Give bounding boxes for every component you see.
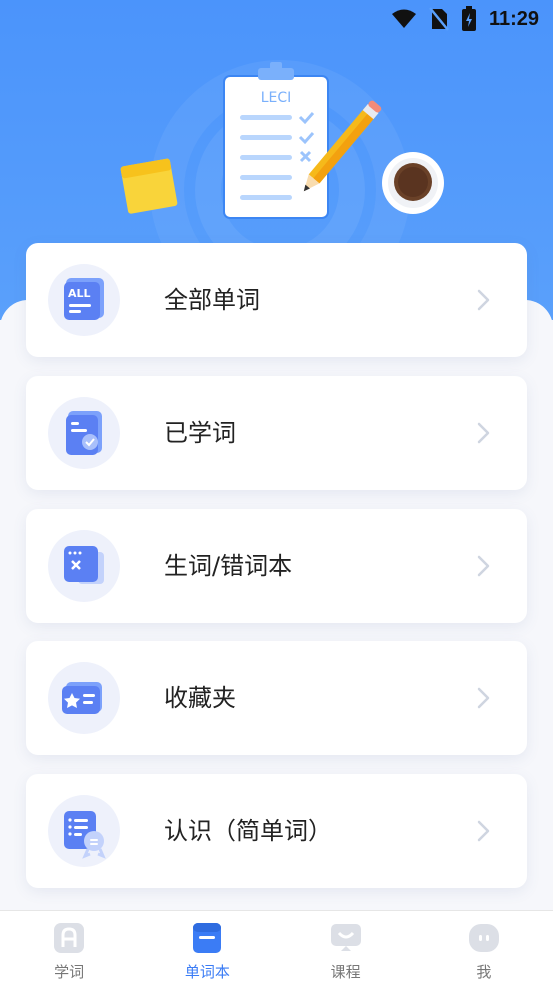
- chevron-right-icon: [477, 422, 490, 444]
- tab-label: 我: [476, 963, 492, 981]
- easy-words-icon: [48, 795, 120, 867]
- svg-text:ALL: ALL: [68, 287, 91, 300]
- chevron-right-icon: [477, 555, 490, 577]
- menu-item-all-words[interactable]: ALL 全部单词: [26, 243, 527, 357]
- tab-learn[interactable]: 学词: [0, 911, 138, 984]
- favorites-icon: [48, 662, 120, 734]
- learned-words-icon: [48, 397, 120, 469]
- chevron-right-icon: [477, 687, 490, 709]
- menu-item-easy-words[interactable]: 认识（简单词）: [26, 774, 527, 888]
- menu-item-label: 生词/错词本: [164, 552, 293, 580]
- chevron-right-icon: [477, 289, 490, 311]
- clipboard-text: LECI: [261, 90, 292, 106]
- profile-icon: [468, 924, 499, 952]
- menu-item-label: 收藏夹: [164, 684, 236, 712]
- tab-label: 单词本: [184, 963, 230, 981]
- menu-item-wrong-words[interactable]: 生词/错词本: [26, 509, 527, 623]
- menu-item-learned-words[interactable]: 已学词: [26, 376, 527, 490]
- bottom-tab-bar: 学词 单词本 课程 我: [0, 910, 553, 984]
- all-words-icon: ALL: [48, 264, 120, 336]
- header-illustration: LECI: [120, 62, 444, 219]
- tab-label: 学词: [54, 963, 85, 981]
- tab-wordbook[interactable]: 单词本: [138, 911, 276, 984]
- tab-label: 课程: [330, 963, 361, 981]
- chevron-right-icon: [477, 820, 490, 842]
- tab-course[interactable]: 课程: [277, 911, 415, 984]
- menu-item-label: 已学词: [164, 419, 236, 447]
- tab-profile[interactable]: 我: [415, 911, 553, 984]
- course-icon: [330, 924, 361, 951]
- menu-item-label: 认识（简单词）: [164, 817, 332, 845]
- wordbook-icon: [193, 923, 222, 953]
- menu-item-label: 全部单词: [164, 286, 260, 314]
- learn-icon: [54, 923, 85, 953]
- wrong-words-icon: [48, 530, 120, 602]
- menu-item-favorites[interactable]: 收藏夹: [26, 641, 527, 755]
